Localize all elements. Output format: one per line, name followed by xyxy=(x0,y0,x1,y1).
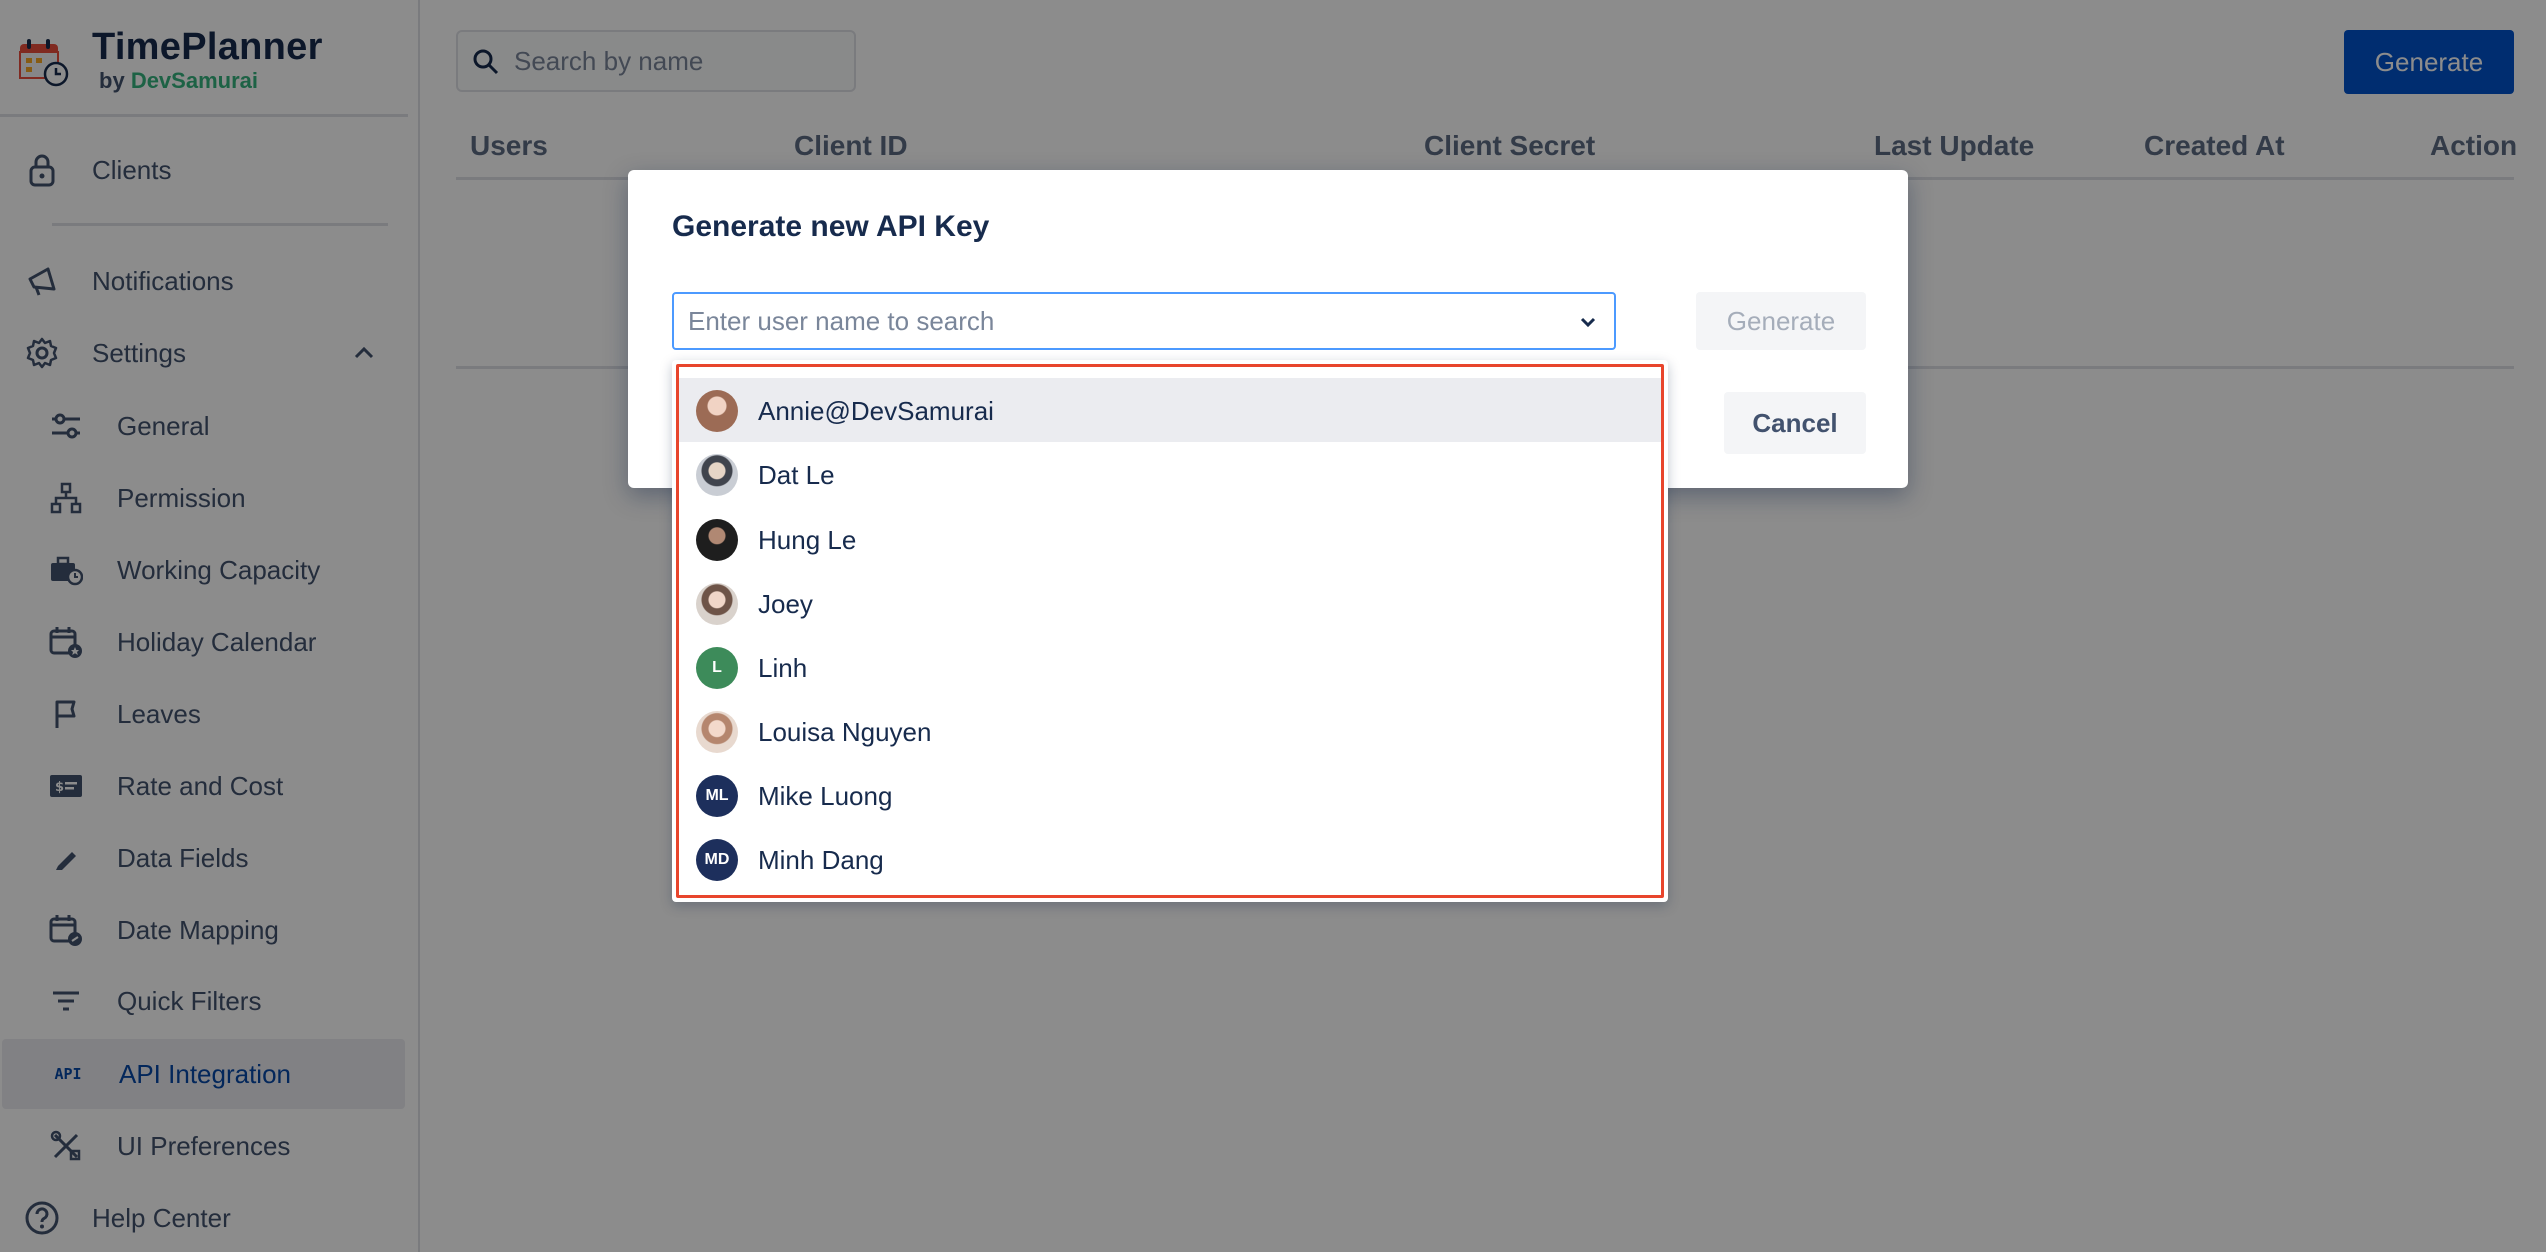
user-option-name: Louisa Nguyen xyxy=(758,717,932,747)
user-search-input[interactable] xyxy=(688,302,1548,340)
user-option-name: Mike Luong xyxy=(758,781,893,811)
user-option[interactable]: Louisa Nguyen xyxy=(678,699,1662,763)
user-option[interactable]: Dat Le xyxy=(678,442,1662,506)
avatar xyxy=(696,454,738,496)
cancel-button[interactable]: Cancel xyxy=(1724,392,1866,454)
user-option[interactable]: MD Minh Dang xyxy=(678,827,1662,891)
user-option[interactable]: Annie@DevSamurai xyxy=(678,378,1662,442)
user-option[interactable]: Joey xyxy=(678,571,1662,635)
user-select[interactable] xyxy=(672,292,1616,350)
user-option[interactable]: L Linh xyxy=(678,635,1662,699)
user-option[interactable]: Hung Le xyxy=(678,507,1662,571)
avatar: MD xyxy=(696,839,738,881)
user-option-name: Joey xyxy=(758,589,813,619)
user-option[interactable]: ML Mike Luong xyxy=(678,763,1662,827)
user-option-name: Hung Le xyxy=(758,525,857,555)
avatar xyxy=(696,711,738,753)
user-option-name: Annie@DevSamurai xyxy=(758,396,994,426)
modal-title: Generate new API Key xyxy=(672,210,990,243)
user-option-name: Dat Le xyxy=(758,460,835,490)
user-options-list: Annie@DevSamurai Dat Le Hung Le Joey L L… xyxy=(672,360,1668,902)
chevron-down-icon[interactable] xyxy=(1576,310,1600,334)
avatar: L xyxy=(696,647,738,689)
user-option-name: Minh Dang xyxy=(758,845,884,875)
user-option-name: Linh xyxy=(758,653,808,683)
modal-generate-button[interactable]: Generate xyxy=(1696,292,1866,350)
avatar xyxy=(696,519,738,561)
avatar: ML xyxy=(696,775,738,817)
avatar xyxy=(696,390,738,432)
avatar xyxy=(696,583,738,625)
